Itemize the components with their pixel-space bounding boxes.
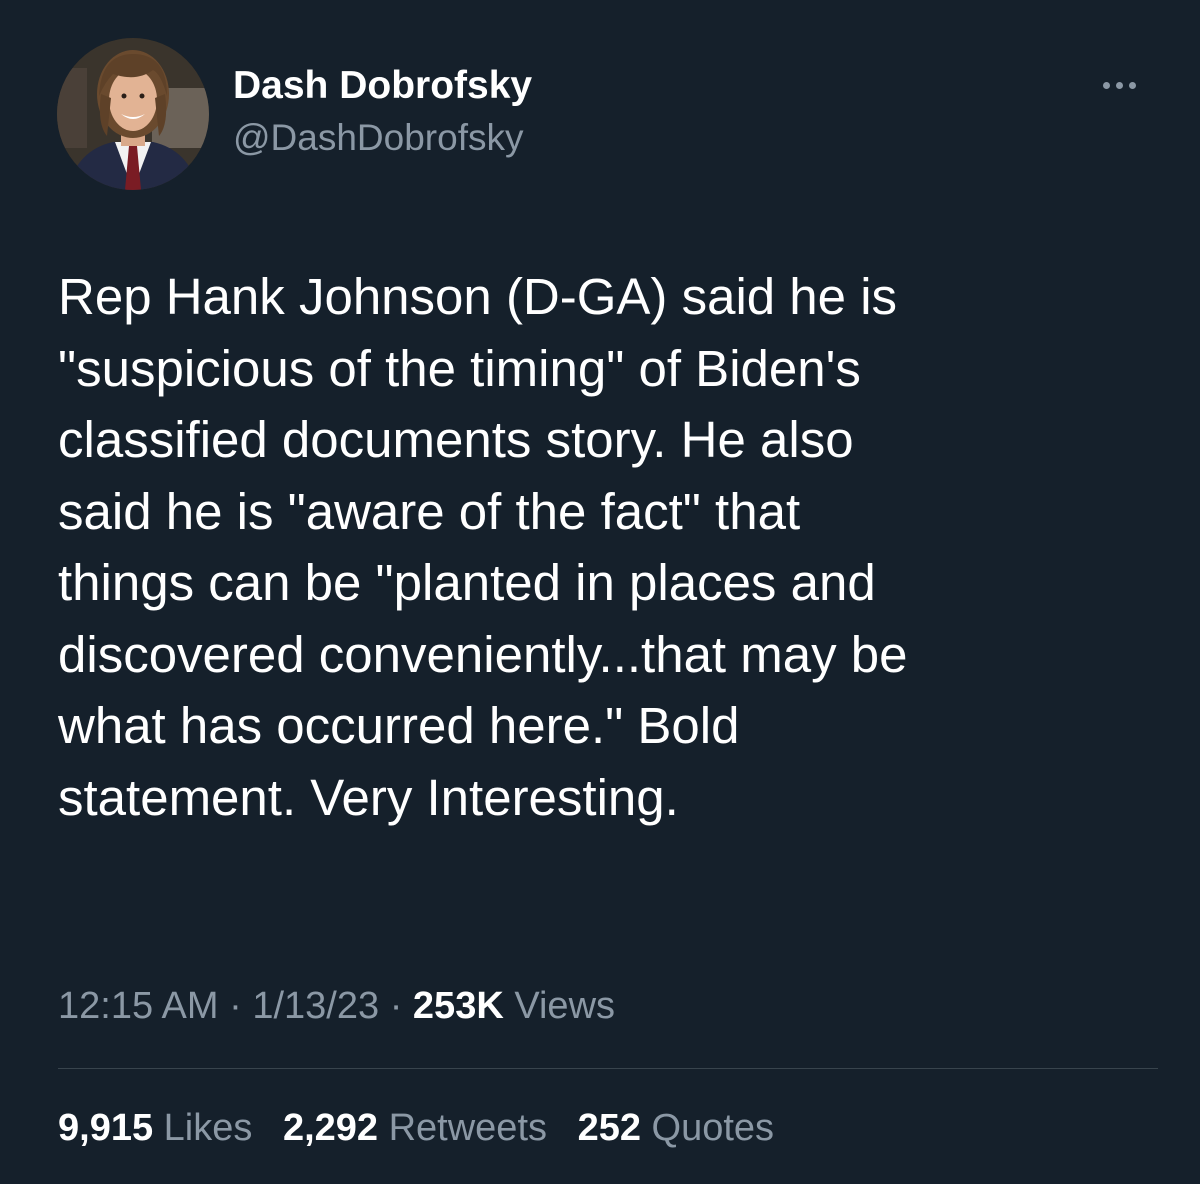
tweet-detail: Dash Dobrofsky @DashDobrofsky Rep Hank J… bbox=[0, 0, 1200, 1184]
divider bbox=[58, 1068, 1158, 1069]
more-horizontal-icon bbox=[1116, 82, 1123, 89]
likes-stat[interactable]: 9,915 Likes bbox=[58, 1107, 252, 1149]
quotes-label: Quotes bbox=[651, 1107, 775, 1149]
quotes-stat[interactable]: 252 Quotes bbox=[578, 1107, 775, 1149]
engagement-stats: 9,915 Likes 2,292 Retweets 252 Quotes bbox=[58, 1102, 794, 1154]
retweets-count: 2,292 bbox=[282, 1107, 379, 1149]
views-count: 253K bbox=[412, 985, 504, 1027]
tweet-text-line: said he is "aware of the fact" that bbox=[58, 482, 801, 540]
more-options-button[interactable] bbox=[1093, 70, 1145, 100]
meta-separator: · bbox=[389, 985, 403, 1027]
tweet-text-line: classified documents story. He also bbox=[58, 411, 854, 468]
author-display-name[interactable]: Dash Dobrofsky bbox=[233, 62, 532, 110]
likes-count: 9,915 bbox=[58, 1107, 154, 1149]
author-info: Dash Dobrofsky @DashDobrofsky bbox=[233, 62, 532, 162]
tweet-metadata: 12:15 AM · 1/13/23 · 253K Views bbox=[58, 980, 615, 1032]
quotes-count: 252 bbox=[577, 1107, 641, 1149]
views-label: Views bbox=[514, 985, 616, 1027]
author-handle[interactable]: @DashDobrofsky bbox=[233, 114, 532, 162]
profile-photo-icon bbox=[57, 38, 209, 190]
tweet-time[interactable]: 12:15 AM bbox=[58, 985, 219, 1027]
tweet-text-line: discovered conveniently...that may be bbox=[58, 625, 908, 683]
likes-label: Likes bbox=[163, 1107, 253, 1149]
tweet-date[interactable]: 1/13/23 bbox=[252, 985, 379, 1027]
tweet-text-line: what has occurred here." Bold bbox=[58, 697, 740, 754]
tweet-text-line: things can be "planted in places and bbox=[58, 554, 876, 611]
meta-separator: · bbox=[229, 985, 242, 1027]
avatar[interactable] bbox=[57, 38, 209, 190]
tweet-text: Rep Hank Johnson (D-GA) said he is "susp… bbox=[58, 261, 1158, 833]
retweets-stat[interactable]: 2,292 Retweets bbox=[283, 1107, 547, 1149]
more-horizontal-icon bbox=[1103, 82, 1110, 89]
tweet-text-line: statement. Very Interesting. bbox=[58, 768, 679, 826]
tweet-text-line: Rep Hank Johnson (D-GA) said he is bbox=[58, 268, 898, 325]
tweet-text-line: "suspicious of the timing" of Biden's bbox=[58, 339, 861, 397]
retweets-label: Retweets bbox=[388, 1107, 547, 1149]
more-horizontal-icon bbox=[1129, 82, 1136, 89]
